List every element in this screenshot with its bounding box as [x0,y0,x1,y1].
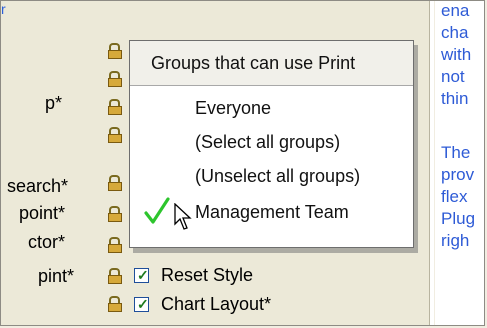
mouse-pointer-icon [174,203,192,230]
help-line[interactable]: thin [441,89,468,109]
menu-item-management-team[interactable]: Management Team [195,201,349,223]
reset-style-label: Reset Style [161,265,254,285]
lock-icon[interactable] [108,237,122,253]
lock-icon[interactable] [108,206,122,222]
permission-label: pint* [38,266,75,286]
help-line[interactable]: Plug [441,209,475,229]
help-line[interactable]: The [441,143,470,163]
lock-icon[interactable] [108,175,122,191]
lock-icon[interactable] [108,43,122,59]
lock-icon[interactable] [108,127,122,143]
menu-item-unselect-all-groups[interactable]: (Unselect all groups) [195,165,360,187]
top-link-fragment: r [1,1,6,17]
help-line[interactable]: righ [441,231,469,251]
permission-label: search* [7,176,69,196]
help-line[interactable]: with [441,45,471,65]
screenshot-frame: r p* search* point* ctor* pint* ✓ Reset … [0,0,485,326]
popup-title-bar: Groups that can use Print [130,41,413,86]
panel-divider [429,1,434,325]
chart-layout-checkbox[interactable]: ✓ [134,296,149,312]
menu-item-everyone[interactable]: Everyone [195,97,271,119]
permission-label: point* [19,203,66,223]
help-line[interactable]: not [441,67,465,87]
popup-title: Groups that can use Print [151,53,356,73]
help-text-panel: ena cha with not thin The prov flex Plug… [435,1,484,325]
menu-item-select-all-groups[interactable]: (Select all groups) [195,131,340,153]
permission-label: ctor* [28,232,66,252]
groups-popup-menu: Groups that can use Print Everyone (Sele… [129,40,414,248]
chart-layout-label: Chart Layout* [161,294,272,314]
help-line[interactable]: ena [441,1,469,21]
permission-label: p* [45,93,63,113]
help-line[interactable]: prov [441,165,474,185]
help-line[interactable]: flex [441,187,467,207]
lock-icon[interactable] [108,99,122,115]
lock-icon[interactable] [108,296,122,312]
lock-icon[interactable] [108,71,122,87]
checkmark-icon: ✓ [137,296,149,312]
help-line[interactable]: cha [441,23,468,43]
green-checkmark-icon [144,197,170,224]
lock-icon[interactable] [108,268,122,284]
reset-style-checkbox[interactable]: ✓ [134,267,149,283]
checkmark-icon: ✓ [137,267,149,283]
